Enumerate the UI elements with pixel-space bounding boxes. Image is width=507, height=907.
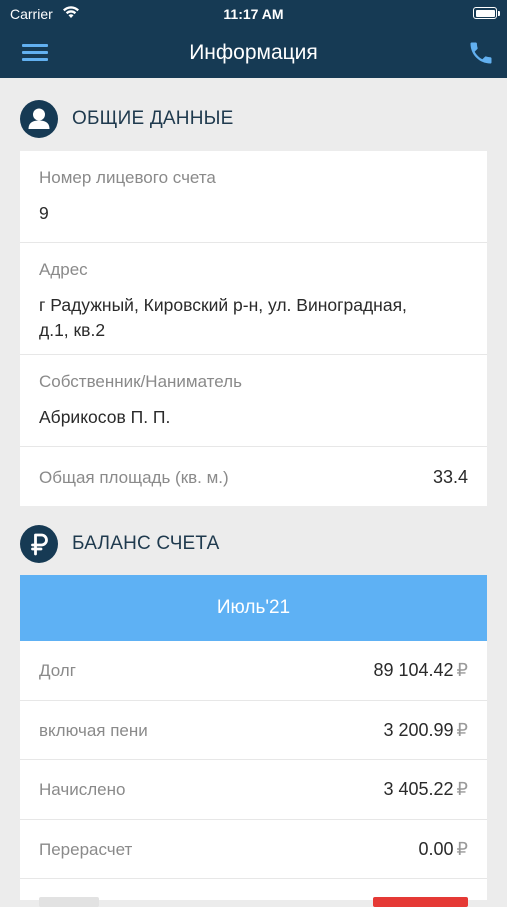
recalculation-label: Перерасчет — [39, 840, 133, 859]
balance-section-header: БАЛАНС СЧЕТА — [20, 524, 219, 564]
penalty-label: включая пени — [39, 721, 148, 740]
cut-off-value — [373, 897, 468, 907]
ruble-sign: ₽ — [456, 660, 468, 680]
status-bar: Carrier 11:17 AM — [0, 0, 507, 28]
general-section-title: ОБЩИЕ ДАННЫЕ — [72, 108, 234, 129]
account-number-label: Номер лицевого счета — [39, 168, 216, 187]
ruble-sign: ₽ — [456, 720, 468, 740]
charged-row: Начислено 3 405.22 ₽ — [20, 760, 487, 820]
page-title: Информация — [189, 41, 318, 64]
month-selector[interactable]: Июль'21 — [20, 575, 487, 641]
recalculation-row: Перерасчет 0.00 ₽ — [20, 820, 487, 879]
charged-value: 3 405.22 ₽ — [383, 779, 468, 799]
penalty-value: 3 200.99 ₽ — [383, 720, 468, 740]
debt-row: Долг 89 104.42 ₽ — [20, 641, 487, 701]
balance-section-title: БАЛАНС СЧЕТА — [72, 533, 220, 554]
clock-time: 11:17 AM — [223, 6, 284, 22]
penalty-row: включая пени 3 200.99 ₽ — [20, 701, 487, 760]
nav-bar: Информация — [0, 28, 507, 78]
debt-label: Долг — [39, 661, 76, 680]
recalculation-value: 0.00 ₽ — [418, 839, 469, 859]
battery-icon — [473, 7, 500, 19]
account-number-row: Номер лицевого счета 9 — [20, 151, 487, 243]
ruble-sign: ₽ — [456, 839, 468, 859]
general-section-header: ОБЩИЕ ДАННЫЕ — [20, 99, 234, 139]
area-label: Общая площадь (кв. м.) — [39, 468, 229, 487]
owner-value: Абрикосов П. П. — [39, 407, 171, 427]
ruble-sign: ₽ — [456, 779, 468, 799]
person-icon — [20, 100, 58, 138]
phone-icon[interactable] — [467, 39, 495, 67]
owner-label: Собственник/Наниматель — [39, 372, 242, 391]
general-info-card: Номер лицевого счета 9 Адрес г Радужный,… — [20, 151, 487, 506]
charged-label: Начислено — [39, 780, 126, 799]
address-value-line2: д.1, кв.2 — [39, 320, 106, 340]
account-number-value: 9 — [39, 203, 49, 223]
address-row: Адрес г Радужный, Кировский р-н, ул. Вин… — [20, 243, 487, 355]
area-value: 33.4 — [432, 467, 468, 487]
partially-visible-row — [20, 879, 487, 907]
debt-value: 89 104.42 ₽ — [373, 660, 468, 680]
area-row: Общая площадь (кв. м.) 33.4 — [20, 447, 487, 506]
ruble-icon — [20, 525, 58, 563]
cut-off-label — [39, 897, 99, 907]
address-label: Адрес — [39, 260, 88, 279]
address-value-line1: г Радужный, Кировский р-н, ул. Виноградн… — [39, 295, 407, 315]
balance-card: Долг 89 104.42 ₽ включая пени 3 200.99 ₽ Н… — [20, 641, 487, 907]
owner-row: Собственник/Наниматель Абрикосов П. П. — [20, 355, 487, 447]
